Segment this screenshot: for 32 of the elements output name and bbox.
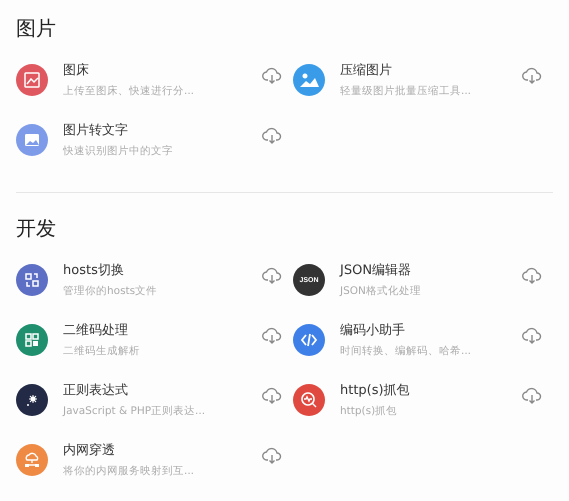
cloud-download-icon[interactable] — [261, 65, 283, 85]
app-description: 快速识别图片中的文字 — [63, 144, 174, 158]
cloud-download-icon[interactable] — [261, 385, 283, 405]
app-description: 二维码生成解析 — [63, 344, 141, 358]
app-description: 将你的内网服务映射到互... — [63, 464, 196, 478]
app-description: JSON格式化处理 — [340, 284, 422, 298]
app-name[interactable]: http(s)抓包 — [340, 382, 521, 398]
app-description: 轻量级图片批量压缩工具... — [340, 84, 472, 98]
cloud-download-icon[interactable] — [261, 265, 283, 285]
app-description: 时间转换、编解码、哈希... — [340, 344, 472, 358]
app-name[interactable]: 编码小助手 — [340, 322, 521, 338]
app-name[interactable]: hosts切换 — [63, 262, 261, 278]
cloud-download-icon[interactable] — [261, 125, 283, 145]
cloud-download-icon[interactable] — [521, 65, 543, 85]
cloud-download-icon[interactable] — [521, 385, 543, 405]
cloud-download-icon[interactable] — [521, 265, 543, 285]
app-description: 管理你的hosts文件 — [63, 284, 158, 298]
app-name[interactable]: 正则表达式 — [63, 382, 261, 398]
section-title: 图片 — [16, 15, 57, 42]
app-name[interactable]: 图片转文字 — [63, 122, 261, 138]
app-name[interactable]: 压缩图片 — [340, 62, 521, 78]
cloud-download-icon[interactable] — [261, 325, 283, 345]
app-description: JavaScript & PHP正则表达... — [63, 404, 206, 418]
app-name[interactable]: 图床 — [63, 62, 261, 78]
app-description: 上传至图床、快速进行分... — [63, 84, 196, 98]
app-description: http(s)抓包 — [340, 404, 398, 418]
app-name[interactable]: 内网穿透 — [63, 442, 261, 458]
app-name[interactable]: 二维码处理 — [63, 322, 261, 338]
app-name[interactable]: JSON编辑器 — [340, 262, 521, 278]
cloud-download-icon[interactable] — [261, 445, 283, 465]
cloud-download-icon[interactable] — [521, 325, 543, 345]
section-title: 开发 — [16, 215, 57, 242]
